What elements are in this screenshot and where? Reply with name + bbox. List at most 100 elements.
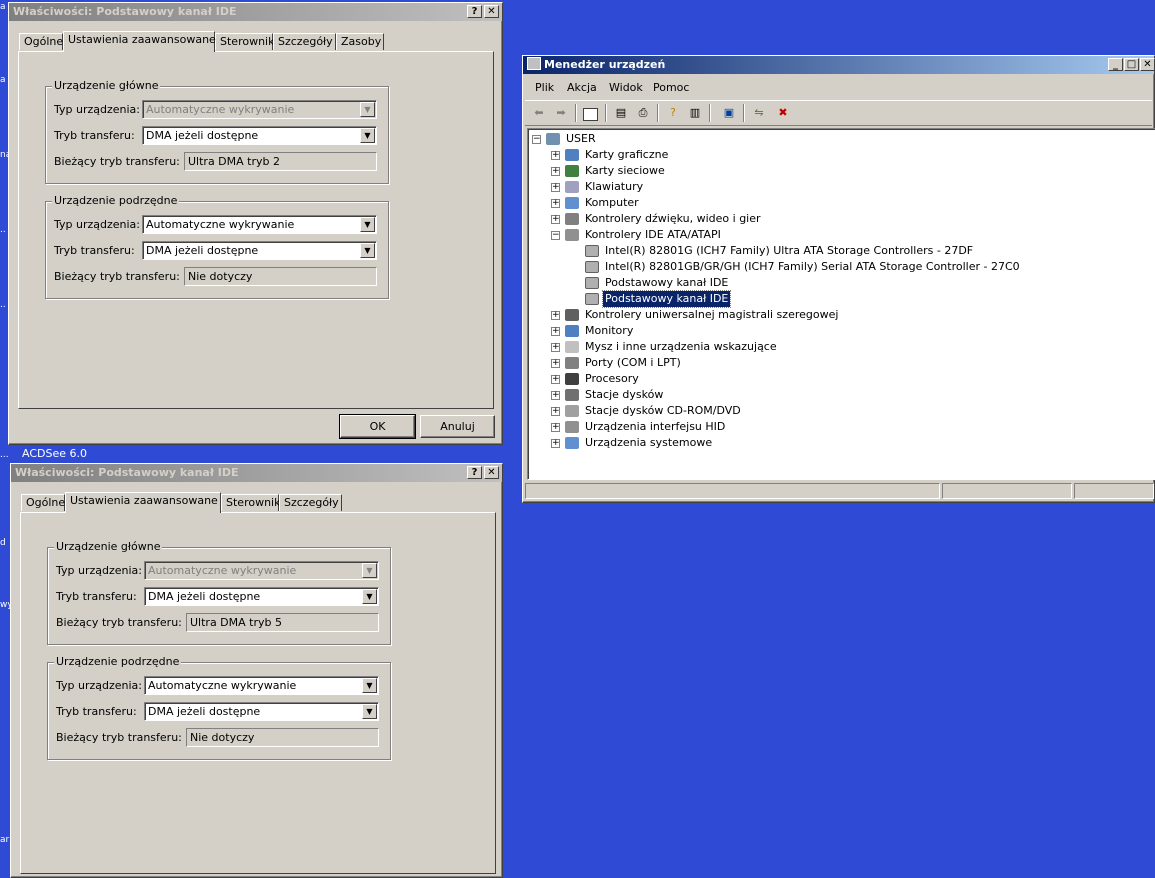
- dialog-title-bar[interactable]: Właściwości: Podstawowy kanał IDE ? ✕: [9, 3, 502, 21]
- tab-advanced-settings[interactable]: Ustawienia zaawansowane: [63, 31, 216, 52]
- chevron-down-icon[interactable]: ▼: [360, 128, 375, 143]
- expand-icon[interactable]: +: [551, 199, 560, 208]
- combo-value: DMA jeżeli dostępne: [146, 244, 259, 257]
- tree-node-label: Podstawowy kanał IDE: [601, 290, 732, 308]
- chevron-down-icon[interactable]: ▼: [362, 678, 377, 693]
- expand-icon[interactable]: +: [551, 167, 560, 176]
- desktop-icon-fragment[interactable]: ar: [0, 835, 9, 845]
- toolbar-separator: [743, 104, 745, 122]
- tree-node-label: Kontrolery uniwersalnej magistrali szere…: [585, 308, 839, 321]
- dialog-title: Właściwości: Podstawowy kanał IDE: [13, 5, 237, 18]
- uninstall-icon[interactable]: ✖: [775, 105, 791, 121]
- print-icon[interactable]: ⎙: [635, 105, 651, 121]
- tab-general[interactable]: Ogólne: [19, 33, 63, 50]
- group-label: Urządzenie główne: [54, 540, 163, 553]
- combo-value: Automatyczne wykrywanie: [148, 679, 297, 692]
- desktop-icon-fragment[interactable]: d: [0, 538, 6, 548]
- close-button[interactable]: ✕: [484, 466, 499, 479]
- expand-icon[interactable]: +: [551, 343, 560, 352]
- combo-value: DMA jeżeli dostępne: [148, 590, 261, 603]
- device-type-combo[interactable]: Automatyczne wykrywanie ▼: [142, 215, 377, 234]
- taskbar-label[interactable]: ACDSee 6.0: [22, 447, 87, 460]
- properties-icon[interactable]: ▤: [613, 105, 629, 121]
- device-tree: − USER + Karty graficzne + Karty sieciowe + K…: [527, 128, 1155, 480]
- device-type-combo: Automatyczne wykrywanie ▼: [144, 561, 379, 580]
- transfer-mode-combo[interactable]: DMA jeżeli dostępne ▼: [142, 126, 377, 145]
- expand-icon[interactable]: +: [551, 375, 560, 384]
- device-type-combo[interactable]: Automatyczne wykrywanie ▼: [144, 676, 379, 695]
- show-hide-tree-icon[interactable]: [583, 108, 598, 121]
- desktop-icon-fragment[interactable]: a: [0, 2, 6, 12]
- current-transfer-label: Bieżący tryb transferu:: [54, 155, 180, 168]
- help-button[interactable]: ?: [467, 466, 482, 479]
- menu-file[interactable]: Plik: [535, 81, 554, 94]
- expand-icon[interactable]: +: [551, 311, 560, 320]
- window-title-bar[interactable]: Menedżer urządzeń _ □ ✕: [523, 56, 1155, 74]
- transfer-mode-combo[interactable]: DMA jeżeli dostępne ▼: [142, 241, 377, 260]
- expand-icon[interactable]: +: [551, 407, 560, 416]
- cancel-button[interactable]: Anuluj: [420, 415, 495, 438]
- status-cell: [1074, 483, 1154, 499]
- maximize-button[interactable]: □: [1124, 58, 1139, 71]
- expand-icon[interactable]: +: [551, 359, 560, 368]
- properties-dialog-2: Właściwości: Podstawowy kanał IDE ? ✕ Og…: [10, 463, 503, 878]
- update-driver-icon[interactable]: ⇋: [751, 105, 767, 121]
- minimize-button[interactable]: _: [1108, 58, 1123, 71]
- tree-node-label: Kontrolery dźwięku, wideo i gier: [585, 212, 761, 225]
- help-button[interactable]: ?: [467, 5, 482, 18]
- chevron-down-icon[interactable]: ▼: [360, 217, 375, 232]
- device-type-label: Typ urządzenia:: [56, 564, 143, 577]
- tab-details[interactable]: Szczegóły: [279, 494, 342, 511]
- scan-hardware-icon[interactable]: ▣: [721, 105, 737, 121]
- menu-view[interactable]: Widok: [609, 81, 643, 94]
- chevron-down-icon[interactable]: ▼: [360, 243, 375, 258]
- ide-controller-icon: [585, 277, 599, 289]
- desktop-icon-fragment[interactable]: ...: [0, 450, 9, 460]
- keyboard-icon: [565, 181, 579, 193]
- transfer-mode-label: Tryb transferu:: [54, 129, 135, 142]
- desktop-icon-fragment[interactable]: ..: [0, 300, 6, 310]
- expand-icon[interactable]: +: [551, 327, 560, 336]
- field-value: Ultra DMA tryb 2: [188, 155, 280, 168]
- close-button[interactable]: ✕: [484, 5, 499, 18]
- menu-help[interactable]: Pomoc: [653, 81, 689, 94]
- ok-button[interactable]: OK: [339, 414, 416, 439]
- chevron-down-icon[interactable]: ▼: [362, 704, 377, 719]
- computer-icon: [527, 57, 541, 70]
- tree-node-label: Karty graficzne: [585, 148, 669, 161]
- chevron-down-icon[interactable]: ▼: [362, 589, 377, 604]
- transfer-mode-combo[interactable]: DMA jeżeli dostępne ▼: [144, 587, 379, 606]
- primary-device-group: Urządzenie główne Typ urządzenia: Automa…: [45, 79, 389, 184]
- dialog-title-bar[interactable]: Właściwości: Podstawowy kanał IDE ? ✕: [11, 464, 502, 482]
- back-arrow-icon[interactable]: ⬅: [531, 105, 547, 121]
- expand-icon[interactable]: +: [551, 151, 560, 160]
- tab-advanced-settings[interactable]: Ustawienia zaawansowane: [65, 492, 221, 513]
- ide-controller-icon: [585, 293, 599, 305]
- collapse-icon[interactable]: −: [532, 135, 541, 144]
- tab-general[interactable]: Ogólne: [21, 494, 65, 511]
- forward-arrow-icon[interactable]: ➡: [553, 105, 569, 121]
- tab-details[interactable]: Szczegóły: [273, 33, 336, 50]
- tab-driver[interactable]: Sterownik: [221, 494, 280, 511]
- expand-icon[interactable]: +: [551, 391, 560, 400]
- device-type-label: Typ urządzenia:: [54, 218, 141, 231]
- field-value: Nie dotyczy: [190, 731, 255, 744]
- tab-driver[interactable]: Sterownik: [215, 33, 274, 50]
- transfer-mode-combo[interactable]: DMA jeżeli dostępne ▼: [144, 702, 379, 721]
- close-button[interactable]: ✕: [1140, 58, 1155, 71]
- tree-node-label: Porty (COM i LPT): [585, 356, 681, 369]
- secondary-device-group: Urządzenie podrzędne Typ urządzenia: Aut…: [45, 194, 389, 299]
- view-icon[interactable]: ▥: [687, 105, 703, 121]
- tree-node-label: Urządzenia systemowe: [585, 436, 713, 449]
- expand-icon[interactable]: +: [551, 423, 560, 432]
- tab-resources[interactable]: Zasoby: [336, 33, 384, 50]
- desktop-icon-fragment[interactable]: a: [0, 75, 6, 85]
- expand-icon[interactable]: +: [551, 215, 560, 224]
- help-icon[interactable]: ?: [665, 105, 681, 121]
- menu-action[interactable]: Akcja: [567, 81, 597, 94]
- desktop-icon-fragment[interactable]: ..: [0, 225, 6, 235]
- collapse-icon[interactable]: −: [551, 231, 560, 240]
- expand-icon[interactable]: +: [551, 439, 560, 448]
- expand-icon[interactable]: +: [551, 183, 560, 192]
- mouse-icon: [565, 341, 579, 353]
